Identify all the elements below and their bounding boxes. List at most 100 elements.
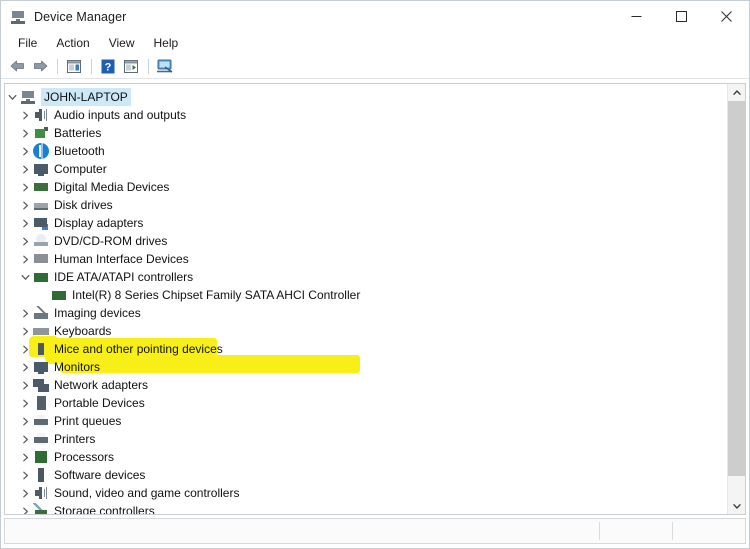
chevron-right-icon[interactable] bbox=[18, 340, 33, 358]
tree-item-label: Audio inputs and outputs bbox=[54, 108, 187, 122]
scroll-up-icon[interactable] bbox=[728, 84, 745, 101]
chevron-right-icon[interactable] bbox=[18, 250, 33, 268]
tree-item-label: Software devices bbox=[54, 468, 146, 482]
forward-icon[interactable] bbox=[29, 56, 51, 77]
menu-view[interactable]: View bbox=[100, 34, 144, 52]
tree-item-label: DVD/CD-ROM drives bbox=[54, 234, 168, 248]
computer-node-icon bbox=[20, 89, 36, 105]
device-tree-pane: JOHN-LAPTOP Audio inputs and outputs Bat… bbox=[4, 83, 746, 515]
tree-item-batteries[interactable]: Batteries bbox=[5, 124, 728, 142]
close-button[interactable] bbox=[704, 1, 749, 32]
tree-item-label: Network adapters bbox=[54, 378, 149, 392]
menu-action[interactable]: Action bbox=[47, 34, 98, 52]
tree-item-network-adapters[interactable]: Network adapters bbox=[5, 376, 728, 394]
chevron-right-icon[interactable] bbox=[18, 412, 33, 430]
tree-item-label: JOHN-LAPTOP bbox=[41, 88, 131, 106]
hid-icon bbox=[33, 251, 49, 267]
tree-item-software-devices[interactable]: Software devices bbox=[5, 466, 728, 484]
chevron-right-icon[interactable] bbox=[18, 196, 33, 214]
tree-item-sound-controllers[interactable]: Sound, video and game controllers bbox=[5, 484, 728, 502]
toolbar-separator bbox=[148, 58, 149, 74]
chevron-right-icon[interactable] bbox=[18, 394, 33, 412]
print-queue-icon bbox=[33, 413, 49, 429]
tree-item-print-queues[interactable]: Print queues bbox=[5, 412, 728, 430]
chevron-right-icon[interactable] bbox=[18, 322, 33, 340]
toolbar: ? bbox=[1, 54, 749, 79]
minimize-button[interactable] bbox=[614, 1, 659, 32]
tree-item-display-adapters[interactable]: Display adapters bbox=[5, 214, 728, 232]
chevron-down-icon[interactable] bbox=[18, 268, 33, 286]
tree-item-processors[interactable]: Processors bbox=[5, 448, 728, 466]
tree-item-digital-media[interactable]: Digital Media Devices bbox=[5, 178, 728, 196]
chevron-right-icon[interactable] bbox=[18, 232, 33, 250]
chevron-right-icon[interactable] bbox=[18, 304, 33, 322]
chevron-right-icon[interactable] bbox=[18, 376, 33, 394]
scrollbar-thumb[interactable] bbox=[728, 101, 745, 476]
properties-icon[interactable] bbox=[63, 56, 85, 77]
help-icon[interactable]: ? bbox=[97, 56, 119, 77]
tree-item-hid[interactable]: Human Interface Devices bbox=[5, 250, 728, 268]
tree-item-label: Human Interface Devices bbox=[54, 252, 189, 266]
tree-item-disk-drives[interactable]: Disk drives bbox=[5, 196, 728, 214]
tree-item-label: Monitors bbox=[54, 360, 101, 374]
tree-item-label: Storage controllers bbox=[54, 504, 155, 514]
menu-bar: File Action View Help bbox=[1, 32, 749, 54]
chevron-right-icon[interactable] bbox=[18, 502, 33, 514]
chevron-right-icon[interactable] bbox=[18, 178, 33, 196]
tree-item-label: Mice and other pointing devices bbox=[54, 342, 223, 356]
tree-item-label: Digital Media Devices bbox=[54, 180, 170, 194]
maximize-button[interactable] bbox=[659, 1, 704, 32]
device-tree[interactable]: JOHN-LAPTOP Audio inputs and outputs Bat… bbox=[5, 84, 728, 514]
chevron-right-icon[interactable] bbox=[18, 484, 33, 502]
software-device-icon bbox=[33, 467, 49, 483]
device-manager-window: Device Manager File Action View Help ? J… bbox=[0, 0, 750, 549]
vertical-scrollbar[interactable] bbox=[727, 84, 745, 514]
window-title: Device Manager bbox=[34, 9, 127, 24]
tree-item-dvd-cdrom[interactable]: DVD/CD-ROM drives bbox=[5, 232, 728, 250]
chevron-right-icon[interactable] bbox=[18, 106, 33, 124]
tree-item-printers[interactable]: Printers bbox=[5, 430, 728, 448]
tree-item-mice[interactable]: Mice and other pointing devices bbox=[5, 340, 728, 358]
toolbar-separator bbox=[91, 58, 92, 74]
chevron-right-icon[interactable] bbox=[18, 466, 33, 484]
scroll-down-icon[interactable] bbox=[728, 497, 745, 514]
tree-item-label: Keyboards bbox=[54, 324, 112, 338]
tree-item-storage-controllers[interactable]: Storage controllers bbox=[5, 502, 728, 514]
tree-item-label: Portable Devices bbox=[54, 396, 145, 410]
tree-item-audio[interactable]: Audio inputs and outputs bbox=[5, 106, 728, 124]
tree-item-portable-devices[interactable]: Portable Devices bbox=[5, 394, 728, 412]
tree-item-imaging-devices[interactable]: Imaging devices bbox=[5, 304, 728, 322]
chevron-right-icon[interactable] bbox=[18, 430, 33, 448]
processor-icon bbox=[33, 449, 49, 465]
tree-item-computer[interactable]: Computer bbox=[5, 160, 728, 178]
chevron-right-icon[interactable] bbox=[18, 160, 33, 178]
title-bar: Device Manager bbox=[1, 1, 749, 32]
speaker-icon bbox=[33, 107, 49, 123]
chevron-right-icon[interactable] bbox=[18, 448, 33, 466]
chevron-down-icon[interactable] bbox=[5, 88, 20, 106]
bluetooth-icon bbox=[33, 143, 49, 159]
tree-item-root[interactable]: JOHN-LAPTOP bbox=[5, 88, 728, 106]
printer-icon bbox=[33, 431, 49, 447]
toolbar-separator bbox=[57, 58, 58, 74]
tree-item-bluetooth[interactable]: Bluetooth bbox=[5, 142, 728, 160]
chevron-right-icon[interactable] bbox=[18, 142, 33, 160]
update-driver-icon[interactable] bbox=[120, 56, 142, 77]
menu-help[interactable]: Help bbox=[145, 34, 188, 52]
scan-hardware-changes-icon[interactable] bbox=[154, 56, 176, 77]
monitor-icon bbox=[33, 359, 49, 375]
keyboard-icon bbox=[33, 323, 49, 339]
tree-item-label: Display adapters bbox=[54, 216, 144, 230]
tree-item-monitors[interactable]: Monitors bbox=[5, 358, 728, 376]
tree-item-intel-sata-ahci[interactable]: Intel(R) 8 Series Chipset Family SATA AH… bbox=[5, 286, 728, 304]
menu-file[interactable]: File bbox=[9, 34, 46, 52]
tree-item-ide-controllers[interactable]: IDE ATA/ATAPI controllers bbox=[5, 268, 728, 286]
tree-item-keyboards[interactable]: Keyboards bbox=[5, 322, 728, 340]
back-icon[interactable] bbox=[6, 56, 28, 77]
chevron-right-icon[interactable] bbox=[18, 358, 33, 376]
chevron-right-icon[interactable] bbox=[18, 124, 33, 142]
computer-icon bbox=[33, 161, 49, 177]
chevron-right-icon[interactable] bbox=[18, 214, 33, 232]
digital-media-icon bbox=[33, 179, 49, 195]
disk-drive-icon bbox=[33, 197, 49, 213]
